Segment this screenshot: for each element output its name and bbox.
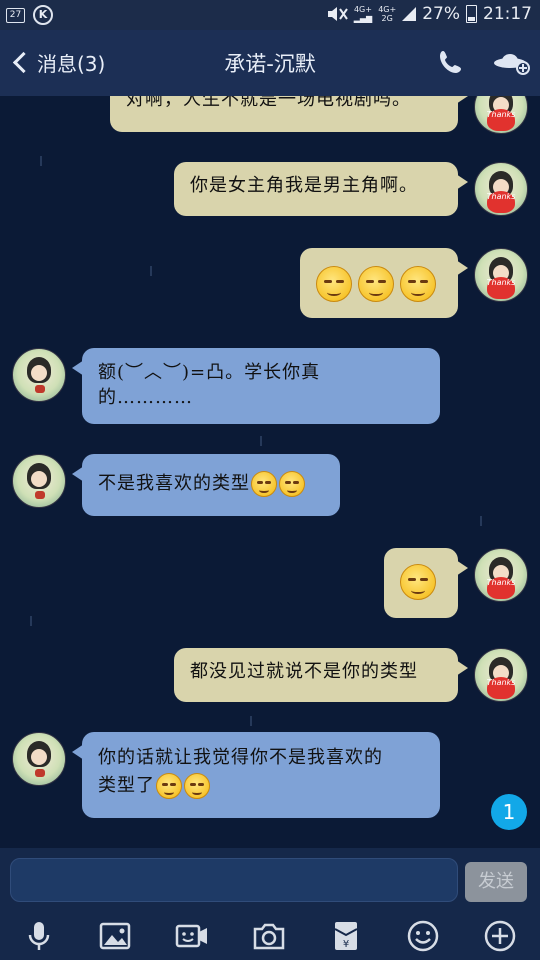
camera-icon[interactable] xyxy=(251,918,287,954)
message-text: 都没见过就说不是你的类型 xyxy=(190,661,418,682)
composer-toolbar: ¥ xyxy=(0,912,540,960)
avatar[interactable]: Thanks xyxy=(474,162,528,216)
message-bubble[interactable]: 额(︶︿︶)=凸。学长你真 的………… xyxy=(72,348,440,424)
laugh-tears-emoji-icon xyxy=(156,773,182,799)
message-text: 你是女主角我是男主角啊。 xyxy=(190,175,418,196)
message-text: 不是我喜欢的类型 xyxy=(98,473,250,494)
mic-icon[interactable] xyxy=(21,918,57,954)
notification-badge-icon: 27 xyxy=(6,7,25,23)
contact-avatar[interactable] xyxy=(12,454,66,508)
mute-icon xyxy=(327,7,348,21)
message-input[interactable] xyxy=(10,858,458,902)
message-bubble[interactable]: 你的话就让我觉得你不是我喜欢的 类型了 xyxy=(72,732,440,818)
message-bubble[interactable]: 对啊，人生不就是一场电视剧吗。 xyxy=(110,96,468,132)
image-icon[interactable] xyxy=(97,918,133,954)
laugh-tears-emoji-icon xyxy=(251,471,277,497)
grin-emoji-icon xyxy=(400,266,436,302)
status-bar: 27 K 4G+ ▂▄▆ 4G+ 2G 27% 21:17 xyxy=(0,0,540,30)
laugh-tears-emoji-icon xyxy=(184,773,210,799)
message-bubble[interactable]: 不是我喜欢的类型 xyxy=(72,454,340,516)
message-bubble[interactable]: 你是女主角我是男主角啊。 xyxy=(174,162,468,216)
contact-avatar[interactable] xyxy=(12,348,66,402)
message-bubble[interactable] xyxy=(384,548,468,618)
signal-icon xyxy=(402,7,417,21)
network-indicator: 4G+ ▂▄▆ xyxy=(353,5,373,23)
clock: 21:17 xyxy=(483,4,532,24)
message-text: 的………… xyxy=(98,387,193,408)
svg-text:¥: ¥ xyxy=(343,939,349,950)
contact-avatar[interactable] xyxy=(12,732,66,786)
plus-icon[interactable] xyxy=(482,918,518,954)
video-icon[interactable] xyxy=(174,918,210,954)
grin-emoji-icon xyxy=(358,266,394,302)
avatar[interactable]: Thanks xyxy=(474,548,528,602)
network-indicator-2g: 4G+ 2G xyxy=(378,5,397,23)
grin-emoji-icon xyxy=(316,266,352,302)
chat-header: 消息(3) 承诺-沉默 xyxy=(0,30,540,96)
message-list[interactable]: 对啊，人生不就是一场电视剧吗。 Thanks 你是女主角我是男主角啊。 Than… xyxy=(0,96,540,848)
message-bubble[interactable] xyxy=(300,248,468,318)
avatar[interactable]: Thanks xyxy=(474,648,528,702)
phone-icon[interactable] xyxy=(436,48,466,78)
avatar[interactable]: Thanks xyxy=(474,96,528,134)
unread-count-badge[interactable]: 1 xyxy=(491,794,527,830)
battery-percent: 27% xyxy=(422,4,460,24)
emoji-icon[interactable] xyxy=(405,918,441,954)
message-text: 类型了 xyxy=(98,775,155,796)
message-text: 额(︶︿︶)=凸。学长你真 xyxy=(98,362,321,383)
message-text: 你的话就让我觉得你不是我喜欢的 xyxy=(98,747,383,768)
blush-emoji-icon xyxy=(400,564,436,600)
more-options-icon[interactable] xyxy=(492,48,532,78)
battery-icon xyxy=(466,5,477,23)
k-app-icon: K xyxy=(33,5,53,25)
avatar[interactable]: Thanks xyxy=(474,248,528,302)
laugh-tears-emoji-icon xyxy=(279,471,305,497)
message-text: 对啊，人生不就是一场电视剧吗。 xyxy=(126,96,411,110)
message-bubble[interactable]: 都没见过就说不是你的类型 xyxy=(174,648,468,702)
composer: 发送 xyxy=(0,848,540,912)
send-button[interactable]: 发送 xyxy=(465,862,527,902)
red-packet-icon[interactable]: ¥ xyxy=(328,918,364,954)
